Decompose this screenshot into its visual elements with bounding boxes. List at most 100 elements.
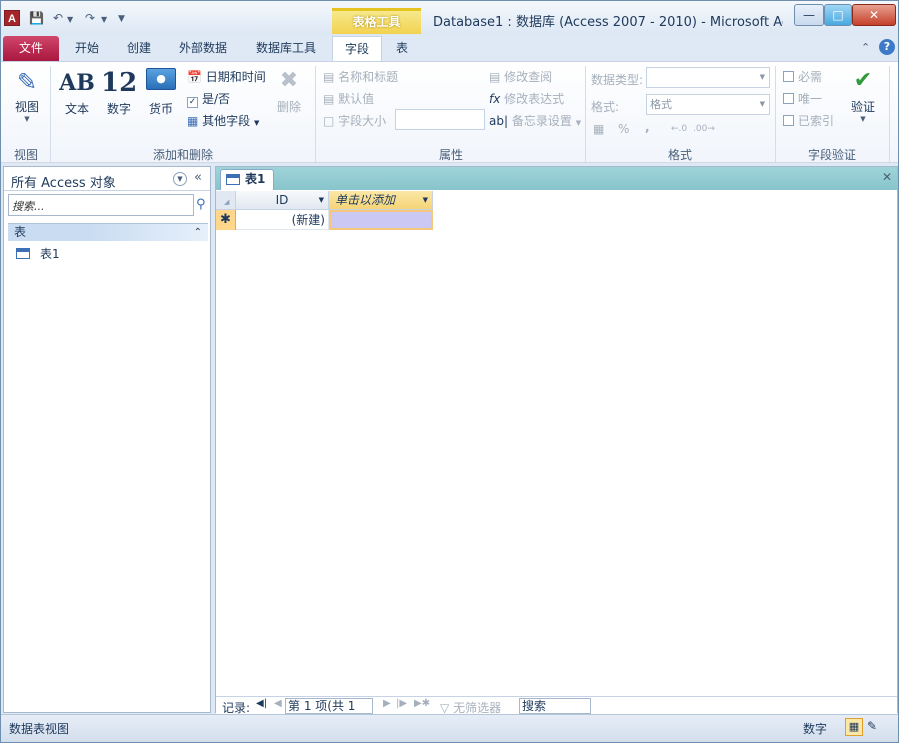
indexed-checkbox[interactable]: 已索引 bbox=[783, 112, 834, 129]
number-field-button[interactable]: 12 数字 bbox=[101, 68, 137, 117]
group-label-validation: 字段验证 bbox=[807, 148, 856, 162]
default-value-button[interactable]: ▤ 默认值 bbox=[323, 90, 374, 107]
group-separator bbox=[775, 66, 776, 162]
view-label: 视图 bbox=[14, 100, 39, 114]
number-field-icon: 12 bbox=[101, 68, 138, 98]
collapse-group-icon[interactable]: ⌃ bbox=[194, 224, 202, 241]
next-record-icon[interactable]: ▶ bbox=[383, 698, 391, 709]
modify-expression-button[interactable]: fx 修改表达式 bbox=[489, 90, 564, 107]
minimize-button[interactable]: — bbox=[794, 4, 824, 26]
redo-dropdown-icon[interactable]: ▼ bbox=[101, 15, 107, 24]
nav-pane-header[interactable]: 所有 Access 对象 ▼ « bbox=[4, 167, 210, 191]
modify-lookups-button[interactable]: ▤ 修改查阅 bbox=[489, 68, 552, 85]
yesno-field-button[interactable]: ✓ 是/否 bbox=[187, 90, 230, 108]
help-icon[interactable]: ? bbox=[879, 39, 895, 55]
new-record-add-cell[interactable] bbox=[329, 210, 433, 230]
memo-settings-button[interactable]: ab| 备忘录设置 ▼ bbox=[489, 112, 581, 129]
previous-record-icon[interactable]: ◀ bbox=[274, 698, 282, 709]
column-header-click-to-add[interactable]: 单击以添加 ▼ bbox=[329, 191, 433, 210]
table-icon bbox=[16, 248, 30, 259]
status-bar: 数据表视图 数字 ▦ ✎ bbox=[1, 714, 898, 742]
delete-label: 删除 bbox=[276, 100, 301, 114]
shutter-bar-close-icon[interactable]: « bbox=[194, 170, 202, 185]
banknote-icon: ● bbox=[146, 68, 176, 90]
increase-decimals-icon[interactable]: ←.0 bbox=[671, 124, 687, 134]
datasheet-view-icon[interactable]: ▦ bbox=[845, 718, 863, 736]
select-all-corner[interactable]: ◢ bbox=[216, 191, 236, 210]
name-caption-icon: ▤ bbox=[323, 70, 335, 84]
format-select[interactable]: 格式 ▼ bbox=[646, 94, 770, 115]
document-tab-table1[interactable]: 表1 bbox=[220, 169, 274, 190]
document-tab-label: 表1 bbox=[245, 172, 266, 186]
text-field-label: 文本 bbox=[64, 102, 89, 116]
close-button[interactable]: ✕ bbox=[852, 4, 896, 26]
column-header-id[interactable]: ID ▼ bbox=[236, 191, 329, 210]
redo-icon[interactable]: ↷ bbox=[85, 11, 95, 25]
undo-icon[interactable]: ↶ bbox=[53, 11, 63, 25]
customize-qat-icon[interactable]: ▼ bbox=[118, 14, 125, 24]
name-caption-label: 名称和标题 bbox=[338, 70, 399, 84]
required-label: 必需 bbox=[798, 70, 823, 84]
validation-label: 验证 bbox=[850, 100, 875, 114]
close-document-icon[interactable]: ✕ bbox=[882, 170, 892, 184]
new-record-selector[interactable]: ✱ bbox=[216, 210, 236, 230]
table-icon bbox=[226, 174, 240, 185]
datetime-field-button[interactable]: 📅 日期和时间 bbox=[187, 68, 266, 85]
validation-button[interactable]: ✔ 验证 ▼ bbox=[845, 68, 881, 123]
search-icon[interactable]: ⚲ bbox=[196, 197, 206, 212]
new-record-id-cell[interactable]: (新建) bbox=[236, 210, 329, 230]
nav-group-label: 表 bbox=[14, 225, 27, 239]
required-checkbox[interactable]: 必需 bbox=[783, 68, 822, 85]
percent-format-button[interactable]: % bbox=[618, 122, 629, 136]
nav-item-table1[interactable]: 表1 bbox=[16, 245, 60, 262]
minimize-ribbon-icon[interactable]: ⌃ bbox=[861, 41, 870, 54]
view-dropdown-icon: ▼ bbox=[24, 115, 30, 123]
current-record-input[interactable]: 第 1 项(共 1 项) bbox=[285, 698, 373, 727]
design-view-icon[interactable]: ✎ bbox=[867, 719, 877, 733]
comma-format-button[interactable]: , bbox=[645, 120, 650, 134]
currency-format-button[interactable]: ▦ bbox=[593, 122, 604, 136]
nav-search-input[interactable]: 搜索... bbox=[8, 194, 194, 216]
undo-dropdown-icon[interactable]: ▼ bbox=[67, 15, 73, 24]
maximize-button[interactable]: □ bbox=[824, 4, 852, 26]
currency-icon: ● bbox=[143, 68, 179, 100]
text-field-button[interactable]: AB 文本 bbox=[59, 70, 95, 117]
unique-checkbox[interactable]: 唯一 bbox=[783, 90, 822, 107]
tab-database-tools[interactable]: 数据库工具 bbox=[243, 36, 329, 61]
more-fields-button[interactable]: ▦ 其他字段 ▼ bbox=[187, 112, 259, 129]
record-search-input[interactable]: 搜索 bbox=[519, 698, 591, 714]
first-record-icon[interactable]: ◀| bbox=[256, 698, 267, 709]
data-type-select[interactable]: ▼ bbox=[646, 67, 770, 88]
click-to-add-dropdown-icon[interactable]: ▼ bbox=[423, 191, 428, 209]
nav-pane-title[interactable]: 所有 Access 对象 bbox=[11, 172, 116, 191]
memo-dropdown-icon: ▼ bbox=[575, 119, 582, 127]
field-size-input[interactable] bbox=[395, 109, 485, 130]
validation-dropdown-icon: ▼ bbox=[860, 115, 866, 123]
memo-settings-label: 备忘录设置 bbox=[511, 114, 572, 128]
view-button[interactable]: ✎ 视图 ▼ bbox=[7, 68, 47, 123]
nav-menu-dropdown-icon[interactable]: ▼ bbox=[173, 172, 187, 186]
tab-file[interactable]: 文件 bbox=[3, 36, 59, 61]
save-icon[interactable]: 💾 bbox=[29, 11, 44, 25]
name-caption-button[interactable]: ▤ 名称和标题 bbox=[323, 68, 398, 85]
tab-external-data[interactable]: 外部数据 bbox=[167, 36, 239, 61]
decrease-decimals-icon[interactable]: .00→ bbox=[693, 124, 715, 134]
ribbon-tab-row: 文件 开始 创建 外部数据 数据库工具 字段 表 ⌃ ? bbox=[1, 35, 898, 62]
new-record-icon[interactable]: ▶✱ bbox=[414, 698, 430, 709]
tab-fields[interactable]: 字段 bbox=[332, 36, 382, 62]
delete-field-button[interactable]: ✖ 删除 bbox=[273, 68, 305, 115]
access-logo-icon[interactable]: A bbox=[4, 10, 20, 26]
group-label-formatting: 格式 bbox=[667, 148, 692, 162]
currency-field-button[interactable]: ● 货币 bbox=[143, 68, 179, 117]
last-record-icon[interactable]: |▶ bbox=[396, 698, 407, 709]
modify-expression-label: 修改表达式 bbox=[504, 92, 565, 106]
tab-home[interactable]: 开始 bbox=[63, 36, 111, 61]
nav-group-tables[interactable]: 表 ⌃ bbox=[8, 223, 208, 241]
column-filter-dropdown-icon[interactable]: ▼ bbox=[319, 191, 324, 209]
tab-create[interactable]: 创建 bbox=[115, 36, 163, 61]
tab-table[interactable]: 表 bbox=[384, 36, 420, 61]
data-type-dropdown-icon: ▼ bbox=[759, 73, 765, 81]
indexed-label: 已索引 bbox=[798, 114, 835, 128]
modify-lookups-label: 修改查阅 bbox=[504, 70, 553, 84]
format-label: 格式: bbox=[591, 100, 620, 114]
